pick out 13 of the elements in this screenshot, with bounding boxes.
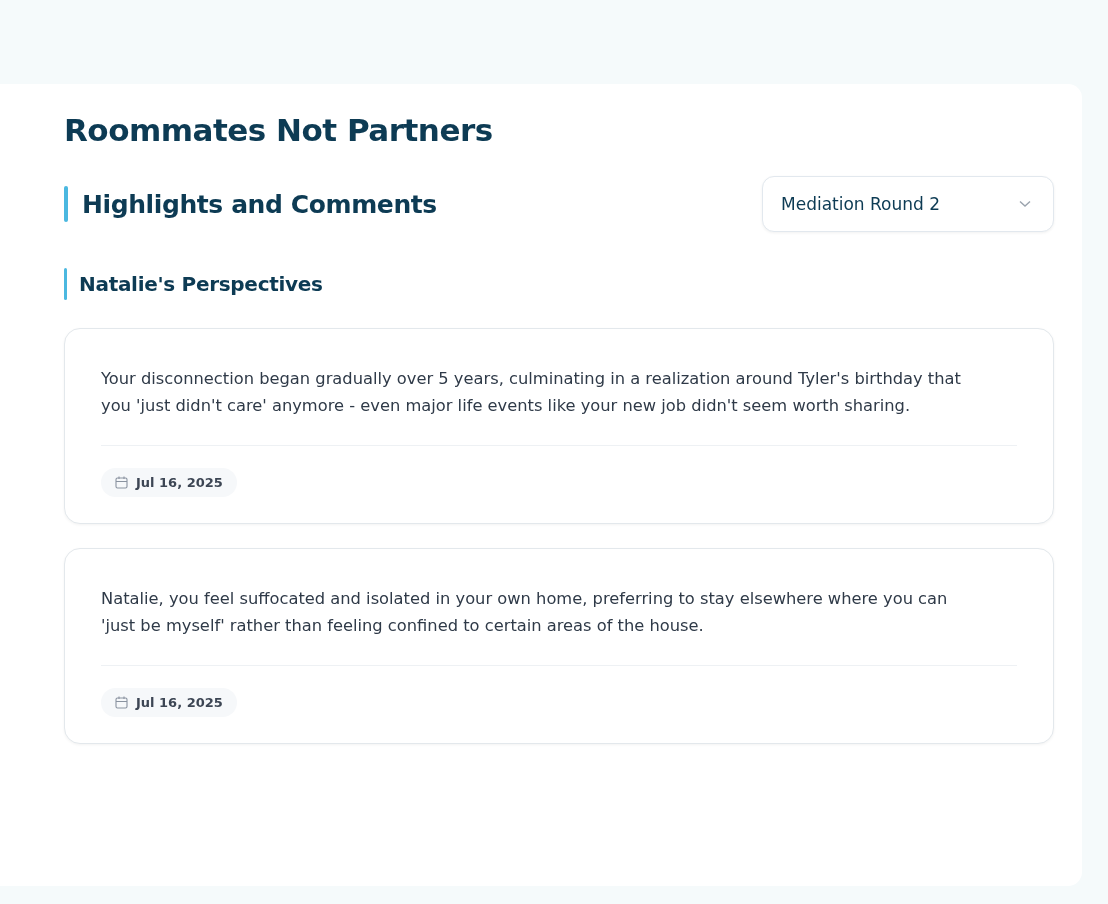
round-select[interactable]: Mediation Round 2: [762, 176, 1054, 232]
group-title: Natalie's Perspectives: [79, 272, 323, 296]
comment-text: Your disconnection began gradually over 5 years, culminating in a realization around Tyler's birthday that you 'just didn't care' anymore - even major life events like your new job didn't seem worth sharing.: [101, 368, 962, 417]
accent-bar: [64, 268, 67, 300]
page-title: Roommates Not Partners: [64, 112, 494, 148]
comment-date: Jul 16, 2025: [136, 695, 223, 710]
calendar-icon: [115, 696, 128, 709]
comment-date: Jul 16, 2025: [136, 475, 223, 490]
section-title: Highlights and Comments: [82, 189, 437, 219]
calendar-icon: [115, 476, 128, 489]
chevron-down-icon: [1019, 200, 1031, 208]
comment-text: Natalie, you feel suffocated and isolated in your own home, preferring to stay elsewhere where you can 'just be myself' rather than feeling confined to certain areas of the house.: [101, 588, 949, 637]
accent-bar: [64, 186, 68, 222]
